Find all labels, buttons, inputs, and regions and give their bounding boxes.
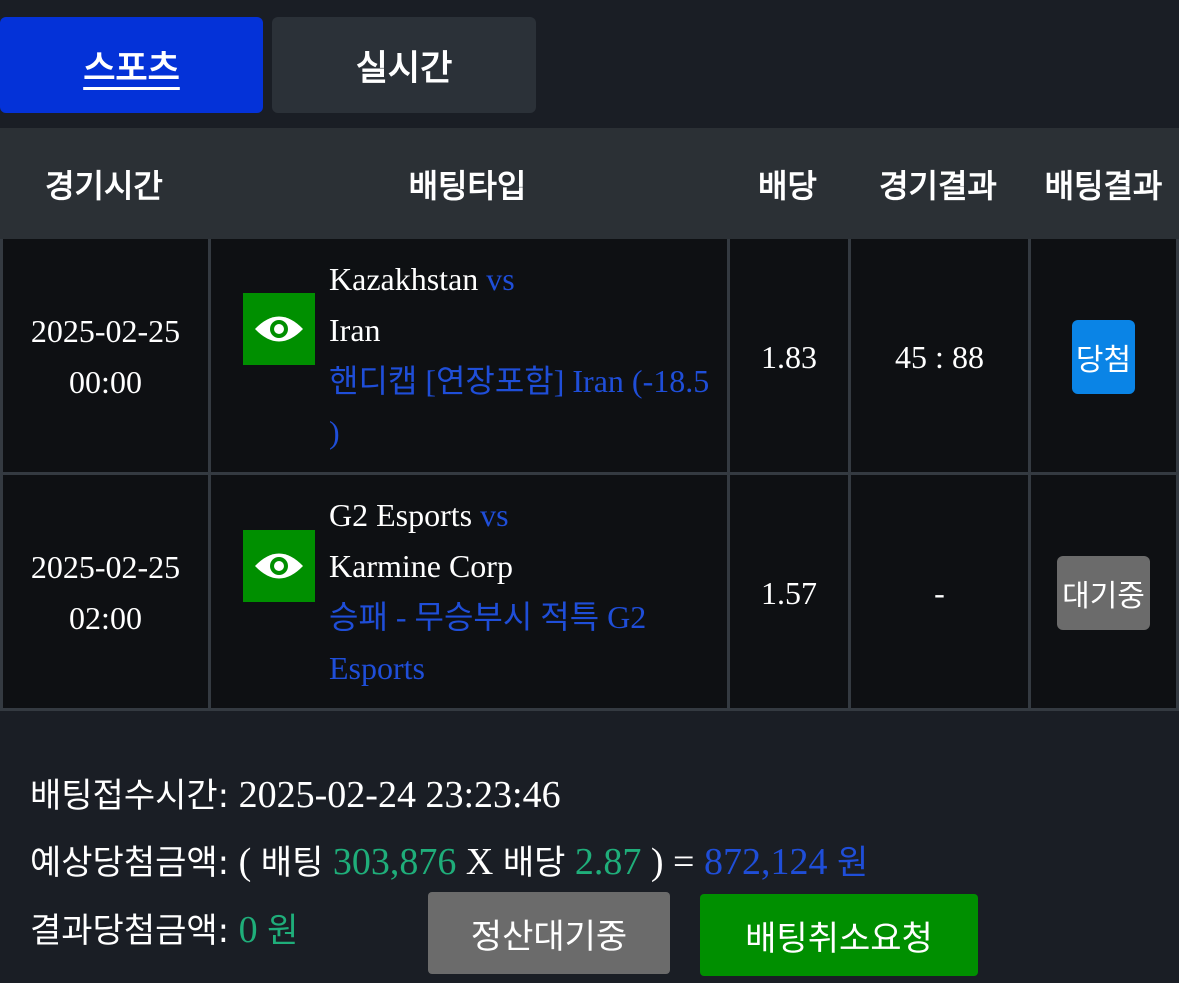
accept-time-label: 배팅접수시간: — [30, 776, 230, 816]
row-divider — [0, 708, 1179, 711]
result-unit: 원 — [267, 911, 299, 951]
expected-amount: 872,124 — [703, 841, 828, 883]
tab-bar: 스포츠 실시간 — [0, 17, 1179, 113]
tab-live[interactable]: 실시간 — [272, 17, 536, 113]
tab-sports[interactable]: 스포츠 — [0, 17, 263, 113]
accept-time-line: 배팅접수시간: 2025-02-24 23:23:46 — [30, 768, 561, 817]
match-time: 2025-02-25 00:00 — [0, 239, 208, 475]
eye-icon — [255, 316, 303, 342]
bet-choice: 승패 - 무승부시 적특 G2 Esports — [329, 599, 647, 686]
result-label: 결과당첨금액: — [30, 911, 230, 951]
result-amount-line: 결과당첨금액: 0 원 — [30, 903, 298, 952]
match-date: 2025-02-25 — [30, 549, 181, 585]
bet-details: Kazakhstan vs Iran 핸디캡 [연장포함] Iran (-18.… — [329, 254, 719, 458]
match-date: 2025-02-25 — [30, 313, 181, 349]
bet-details: G2 Esports vs Karmine Corp 승패 - 무승부시 적특 … — [329, 490, 719, 694]
accept-time-value: 2025-02-24 23:23:46 — [238, 774, 561, 816]
status-badge-pending: 대기중 — [1057, 556, 1150, 630]
bet-choice: 핸디캡 [연장포함] Iran (-18.5 ) — [329, 363, 710, 450]
bet-type-cell: Kazakhstan vs Iran 핸디캡 [연장포함] Iran (-18.… — [208, 239, 727, 475]
bet-result-cell: 당첨 — [1028, 239, 1179, 475]
home-team: Kazakhstan — [329, 261, 479, 297]
away-team: Iran — [329, 312, 381, 348]
times-sign: X — [465, 841, 494, 883]
expected-label: 예상당첨금액: — [30, 843, 230, 883]
vs-label: vs — [480, 497, 509, 533]
open-paren: ( — [238, 841, 252, 883]
close-equals: ) = — [650, 841, 695, 883]
bet-amount: 303,876 — [332, 841, 457, 883]
vs-label: vs — [486, 261, 515, 297]
odds-value: 1.57 — [727, 475, 848, 711]
header-bet-type: 배팅타입 — [408, 166, 527, 205]
bet-label: 배팅 — [260, 843, 324, 883]
header-odds: 배당 — [758, 166, 817, 205]
view-button[interactable] — [243, 293, 315, 365]
cancel-bet-button[interactable]: 배팅취소요청 — [700, 894, 978, 976]
match-clock: 00:00 — [69, 364, 142, 400]
settle-pending-button[interactable]: 정산대기중 — [428, 892, 670, 974]
odds-value: 1.83 — [727, 239, 848, 475]
home-team: G2 Esports — [329, 497, 473, 533]
away-team: Karmine Corp — [329, 548, 513, 584]
bet-type-cell: G2 Esports vs Karmine Corp 승패 - 무승부시 적특 … — [208, 475, 727, 711]
header-game-result: 경기결과 — [879, 166, 997, 205]
match-clock: 02:00 — [69, 600, 142, 636]
expected-amount-line: 예상당첨금액: ( 배팅 303,876 X 배당 2.87 ) = 872,1… — [30, 835, 868, 884]
table-row: 2025-02-25 00:00 Kazakhstan vs Iran 핸디캡 … — [0, 239, 1179, 475]
match-time: 2025-02-25 02:00 — [0, 475, 208, 711]
result-amount: 0 — [238, 909, 258, 951]
header-bet-result: 배팅결과 — [1044, 166, 1163, 205]
total-odds: 2.87 — [574, 841, 642, 883]
status-badge-win: 당첨 — [1072, 320, 1135, 394]
game-score: - — [848, 475, 1028, 711]
game-score: 45 : 88 — [848, 239, 1028, 475]
table-header: 경기시간 배팅타입 배당 경기결과 배팅결과 — [0, 128, 1179, 239]
table-row: 2025-02-25 02:00 G2 Esports vs Karmine C… — [0, 475, 1179, 711]
bet-result-cell: 대기중 — [1028, 475, 1179, 711]
won-unit: 원 — [836, 843, 869, 883]
eye-icon — [255, 553, 303, 579]
header-time: 경기시간 — [45, 166, 163, 205]
odds-label: 배당 — [502, 843, 566, 883]
view-button[interactable] — [243, 530, 315, 602]
